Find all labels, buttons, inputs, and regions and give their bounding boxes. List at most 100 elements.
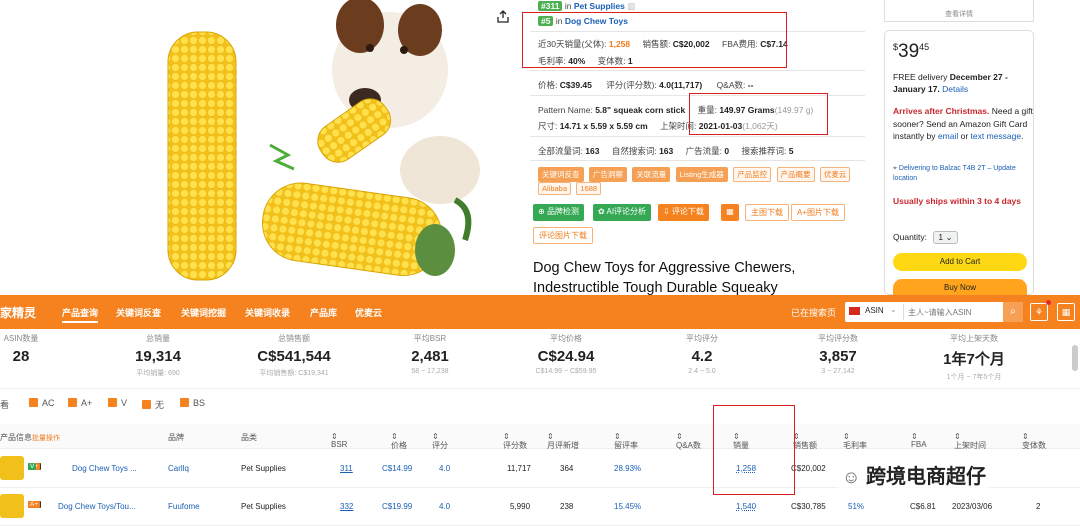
share-icon[interactable]: [497, 10, 509, 23]
col-variants[interactable]: 变体数 ⇕: [1022, 432, 1046, 450]
buy-box-card: $3945 FREE delivery December 27 - Januar…: [884, 30, 1034, 297]
market-stats: ASIN数量 28 总销量 19,314 平均销量: 690 总销售额 C$541,54…: [0, 329, 1080, 389]
review-image-download-button[interactable]: 评论图片下载: [533, 227, 593, 244]
bsr-link[interactable]: 332: [340, 502, 353, 511]
product-thumbnail[interactable]: [0, 494, 24, 518]
quantity-select[interactable]: 1 ⌄: [933, 231, 958, 244]
details-link[interactable]: Details: [942, 84, 968, 94]
price-cell: C$14.99: [382, 464, 413, 473]
nav-keyword-reverse[interactable]: 关键词反查: [116, 306, 161, 319]
nav-product-query[interactable]: 产品查询: [62, 306, 99, 323]
variants-cell: 2: [1036, 502, 1041, 511]
product-title: Dog Chew Toys for Aggressive Chewers, In…: [533, 260, 796, 296]
brand-link[interactable]: Carllq: [168, 464, 189, 473]
revenue-cell: C$20,002: [791, 464, 826, 473]
chip-1688[interactable]: 1688: [576, 182, 602, 195]
batch-action-link[interactable]: 批量操作: [32, 433, 60, 443]
fba-cell: C$6.81: [910, 502, 936, 511]
price-row: 价格: C$39.45 评分(评分数): 4.0(11,717) Q&A数: -…: [538, 80, 754, 90]
gift-icon[interactable]: ⚘: [1030, 303, 1048, 321]
scrollbar[interactable]: [1072, 345, 1078, 371]
chip-alibaba[interactable]: Alibaba: [538, 182, 572, 195]
filter-none[interactable]: 无: [142, 398, 164, 411]
col-review-count[interactable]: 评分数 ⇕: [503, 432, 527, 450]
main-image-download-button[interactable]: 主图下载: [745, 204, 789, 221]
brand-check-button[interactable]: ⊕ 品牌检测: [533, 204, 584, 221]
bar-chart-icon[interactable]: ▥: [627, 1, 635, 11]
table-header: 产品信息 批量操作 品牌 品类 BSR ⇕ 价格 ⇕ 评分 ⇕ 评分数 ⇕ 月评…: [0, 424, 1080, 450]
col-rating[interactable]: 评分 ⇕: [432, 432, 448, 450]
calculator-button[interactable]: ▦: [721, 204, 739, 221]
location-link[interactable]: ⌖ Delivering to Balzac T4B 2T – Update l…: [893, 164, 1033, 184]
bsr-link[interactable]: 311: [340, 464, 353, 473]
stat-avg-price: 平均价格 C$24.94 C$14.99 ~ C$59.95: [535, 334, 597, 375]
rating-cell: 4.0: [439, 502, 451, 511]
review-download-button[interactable]: ⇩ 评论下载: [658, 204, 709, 221]
col-category: 品类: [241, 433, 257, 442]
filter-bs[interactable]: BS: [180, 398, 205, 408]
margin-cell: 51%: [848, 502, 865, 511]
tool-chips-row-2: Alibaba 1688: [538, 182, 604, 195]
category-cell: Pet Supplies: [241, 464, 286, 473]
product-title-link[interactable]: Dog Chew Toys ...: [72, 464, 137, 473]
highlight-box: [522, 12, 787, 68]
search-page-link[interactable]: 已在搜索页: [791, 306, 836, 319]
col-review-rate[interactable]: 留评率 ⇕: [614, 432, 638, 450]
location-pin-icon: ⌖: [893, 165, 897, 172]
rank-category-link[interactable]: Pet Supplies: [574, 1, 625, 11]
product-title-link[interactable]: Dog Chew Toys/Tou...: [58, 502, 136, 511]
stat-avg-rating: 平均评分 4.2 2.4 ~ 5.0: [686, 334, 718, 375]
col-fba[interactable]: FBA ⇕: [911, 432, 927, 449]
review-rate-cell: 15.45%: [614, 502, 642, 511]
sales-link[interactable]: 1,540: [736, 502, 756, 511]
asin-search-input[interactable]: [903, 304, 1001, 320]
country-select[interactable]: ASIN: [865, 306, 884, 315]
filter-ac[interactable]: AC: [29, 398, 55, 408]
chip-product-monitor[interactable]: 产品监控: [733, 167, 772, 182]
brand-link[interactable]: Fuufome: [168, 502, 200, 511]
col-price[interactable]: 价格 ⇕: [391, 432, 407, 450]
rank-row-1: #311 in Pet Supplies ▥: [538, 1, 635, 12]
tool-chips-row-1: 关键词反查 广告洞察 关联流量 Listing生成器 产品监控 产品概要 优麦云: [538, 167, 853, 182]
product-image-area: [0, 0, 480, 295]
email-link[interactable]: email: [938, 131, 958, 141]
col-listing-date[interactable]: 上架时间 ⇕: [954, 432, 986, 450]
rating-cell: 4.0: [439, 464, 451, 473]
col-product-info: 产品信息: [0, 433, 32, 442]
plugin-logo: 家精灵: [0, 306, 37, 320]
chip-ad-insight[interactable]: 广告洞察: [588, 167, 627, 182]
table-row[interactable]: ACA+ Dog Chew Toys/Tou... Fuufome Pet Su…: [0, 488, 1080, 526]
nav-product-library[interactable]: 产品库: [310, 306, 337, 319]
notification-dot: [1046, 300, 1051, 305]
chip-keyword-reverse[interactable]: 关键词反查: [538, 167, 584, 182]
filter-v[interactable]: V: [108, 398, 127, 408]
review-count-cell: 11,717: [507, 464, 531, 473]
checkbox-icon: [142, 400, 151, 409]
col-qa[interactable]: Q&A数 ⇕: [676, 432, 701, 450]
price-cell: C$19.99: [382, 502, 413, 511]
stat-asin-count: ASIN数量 28: [3, 334, 39, 365]
monthly-new-cell: 238: [560, 502, 574, 511]
product-thumbnail[interactable]: [0, 456, 24, 480]
rank-badge: #311: [538, 1, 563, 11]
ai-review-button[interactable]: ✿ AI评论分析: [593, 204, 652, 221]
aplus-image-download-button[interactable]: A+图片下载: [791, 204, 846, 221]
chip-related-traffic[interactable]: 关联流量: [632, 167, 671, 182]
chip-youmaiyun[interactable]: 优麦云: [819, 167, 851, 182]
nav-keyword-index[interactable]: 关键词收录: [245, 306, 290, 319]
chip-product-overview[interactable]: 产品概要: [776, 167, 815, 182]
col-monthly-new[interactable]: 月评新增 ⇕: [547, 432, 579, 450]
nav-keyword-mining[interactable]: 关键词挖掘: [181, 306, 226, 319]
grid-icon[interactable]: ▦: [1057, 303, 1075, 321]
col-margin[interactable]: 毛利率 ⇕: [843, 432, 867, 450]
details-link[interactable]: 查看详情: [884, 0, 1034, 22]
filter-aplus[interactable]: A+: [68, 398, 92, 408]
search-icon[interactable]: ⌕: [1003, 302, 1023, 322]
text-message-link[interactable]: text message: [971, 131, 1022, 141]
add-to-cart-button[interactable]: Add to Cart: [893, 253, 1027, 271]
listing-date-cell: 2023/03/06: [952, 502, 993, 511]
col-brand: 品牌: [168, 433, 184, 442]
col-bsr[interactable]: BSR ⇕: [331, 432, 347, 449]
chip-listing-generator[interactable]: Listing生成器: [675, 167, 728, 182]
nav-youmaiyun[interactable]: 优麦云: [355, 306, 382, 319]
